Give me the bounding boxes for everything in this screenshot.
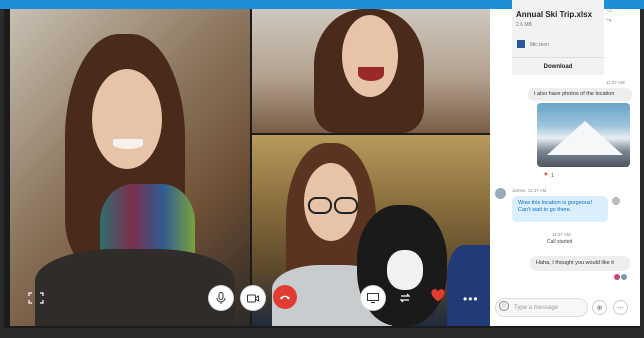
emoji-icon[interactable]: ☺ — [499, 301, 509, 311]
more-options-icon[interactable]: ⋯ — [613, 300, 628, 315]
more-icon[interactable]: ••• — [463, 293, 479, 305]
arrows-icon[interactable] — [399, 291, 411, 309]
avatar — [621, 274, 627, 280]
video-tile-top — [252, 9, 490, 133]
avatar[interactable] — [495, 188, 506, 199]
outgoing-message[interactable]: I also have photos of the location — [528, 88, 632, 101]
message-options-icon[interactable]: ☺ ⤳ — [606, 6, 613, 26]
blue-jacket — [447, 245, 490, 326]
excel-file-icon — [517, 40, 525, 48]
sender-name: James, 11:37 AM — [512, 188, 547, 193]
shared-photo[interactable] — [537, 103, 630, 167]
microphone-icon — [216, 292, 226, 304]
dog-muzzle — [387, 250, 423, 290]
avatar — [614, 274, 620, 280]
participant-jacket — [35, 249, 235, 326]
timestamp: 11:37 AM — [606, 80, 625, 85]
call-started-notice: Call started — [547, 239, 573, 245]
video-tile-main — [10, 9, 250, 326]
incoming-message[interactable]: Wow this location is gorgeous! Can't wai… — [512, 196, 608, 222]
participant-face — [342, 15, 398, 97]
outgoing-message[interactable]: Haha, I thought you would like it — [530, 256, 630, 271]
heart-icon[interactable] — [431, 289, 445, 303]
share-screen-icon — [367, 293, 379, 303]
download-button[interactable]: Download — [512, 57, 604, 75]
video-camera-icon — [247, 294, 259, 303]
end-call-button[interactable] — [273, 285, 297, 309]
fullscreen-icon[interactable] — [28, 291, 44, 304]
window-bottom-bar — [0, 328, 644, 338]
file-title: Annual Ski Trip.xlsx — [516, 10, 593, 19]
glasses — [334, 197, 358, 214]
phone-hangup-icon — [279, 294, 291, 300]
heart-icon[interactable]: ♥ — [544, 172, 548, 178]
video-button[interactable] — [240, 285, 266, 311]
share-screen-button[interactable] — [360, 285, 386, 311]
participant-face — [92, 69, 162, 169]
glasses — [308, 197, 332, 214]
mountain-image — [547, 121, 623, 155]
participant-mouth — [358, 67, 384, 81]
read-receipt-icon — [612, 197, 620, 205]
microphone-button[interactable] — [208, 285, 234, 311]
file-size: 2.6 MB — [516, 22, 532, 28]
add-contact-icon[interactable]: ⊕ — [592, 300, 607, 315]
participant-smile — [113, 139, 143, 149]
message-input[interactable]: Type a message — [495, 298, 588, 317]
file-name: Mic.teon — [530, 42, 549, 48]
timestamp: 11:37 AM — [552, 232, 571, 237]
reaction-count: 1 — [551, 173, 554, 179]
